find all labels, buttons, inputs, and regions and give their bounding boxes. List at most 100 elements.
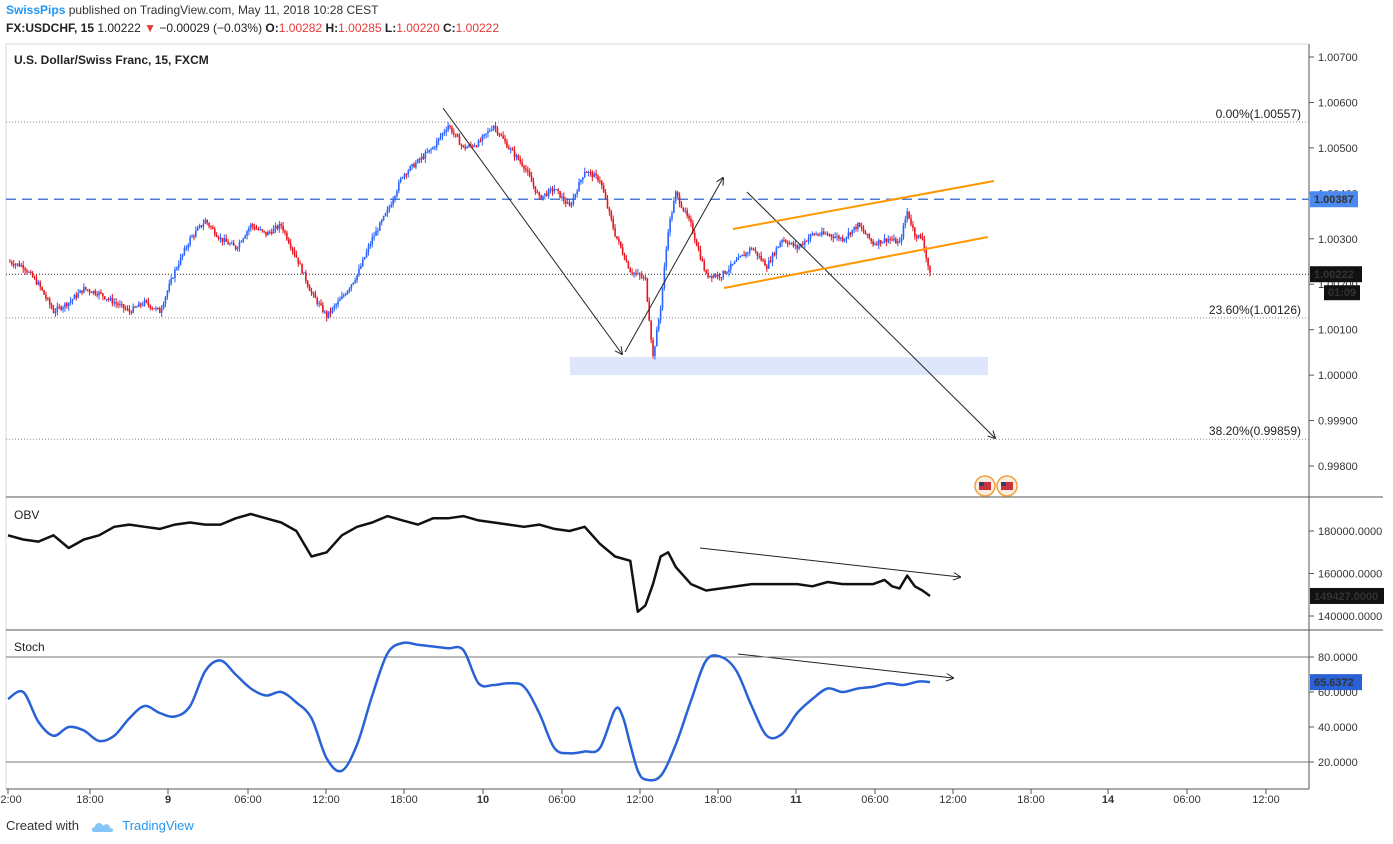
candle: [635, 269, 637, 277]
tradingview-link[interactable]: TradingView: [122, 818, 194, 833]
candle: [534, 186, 537, 195]
candle: [859, 222, 861, 228]
time-tick-label: 18:00: [76, 794, 104, 806]
candle: [612, 215, 614, 231]
candle: [701, 256, 704, 262]
candle: [568, 199, 571, 207]
candle: [84, 286, 87, 291]
fib-level-label: 38.20%(0.99859): [1209, 424, 1301, 438]
candle: [130, 310, 133, 315]
candle: [162, 301, 165, 310]
candle: [418, 157, 421, 164]
candle: [73, 293, 76, 300]
price-tick-label: 0.99800: [1318, 461, 1358, 473]
candle: [195, 226, 197, 239]
candle: [530, 171, 533, 182]
candle: [363, 256, 366, 260]
candle: [141, 301, 144, 307]
candle: [168, 279, 171, 293]
candle: [504, 134, 506, 145]
channel-upper-line: [732, 180, 995, 230]
candle: [743, 250, 745, 257]
price-tick-label: 1.00600: [1318, 97, 1358, 109]
candle: [587, 170, 590, 177]
candle: [593, 171, 596, 178]
candle: [9, 258, 11, 263]
candle: [921, 232, 924, 241]
candle: [413, 162, 415, 168]
candle: [94, 288, 97, 297]
candle: [297, 257, 300, 267]
candle: [151, 306, 153, 311]
candle: [403, 172, 406, 180]
candle: [33, 275, 36, 280]
candle: [555, 189, 558, 191]
candle: [54, 308, 57, 317]
candle: [684, 207, 687, 214]
candle: [802, 240, 804, 247]
candle: [464, 143, 467, 151]
candle: [401, 176, 404, 180]
candle: [688, 213, 690, 222]
candle: [98, 290, 100, 300]
time-axis: 12:00 18:00 9 06:00 12:00 18:00 10 06:00 12:00 18…: [0, 789, 1280, 806]
candle: [382, 215, 385, 222]
candle: [606, 195, 609, 209]
candle: [822, 228, 825, 236]
candle: [88, 288, 91, 296]
candle: [117, 301, 119, 309]
candle: [257, 226, 260, 231]
channel-lower-line: [723, 236, 989, 289]
candle: [126, 305, 129, 312]
candle: [248, 225, 250, 236]
candle: [631, 268, 633, 276]
event-flags[interactable]: [974, 475, 1018, 497]
candle: [318, 300, 320, 308]
candle: [261, 228, 264, 233]
candle: [136, 305, 138, 308]
candle: [674, 190, 677, 204]
candle: [434, 145, 436, 151]
candle: [280, 222, 282, 230]
candle: [377, 227, 379, 236]
candle: [276, 224, 279, 231]
candle: [267, 230, 269, 236]
candle: [847, 228, 850, 240]
candle: [244, 234, 246, 239]
candle: [775, 245, 778, 260]
candle: [545, 190, 548, 197]
candle: [215, 231, 218, 238]
candle: [379, 221, 381, 232]
candle: [166, 290, 169, 300]
candle: [843, 238, 846, 243]
candle: [877, 238, 880, 250]
candle: [502, 131, 504, 139]
chart-canvas[interactable]: 1.007001.006001.005001.004001.003001.002…: [0, 0, 1393, 844]
candle: [335, 302, 338, 310]
candle: [50, 302, 53, 310]
stoch-line: [7, 641, 931, 782]
candle: [181, 253, 184, 261]
svg-text:01:09: 01:09: [1328, 287, 1356, 299]
time-tick-label: 12:00: [312, 794, 340, 806]
candle: [52, 304, 55, 314]
candle: [66, 301, 68, 309]
candle: [599, 176, 601, 185]
candle: [766, 263, 768, 273]
candle: [16, 263, 19, 267]
last-price-tag: 1.00222: [1310, 266, 1362, 283]
candle: [621, 243, 624, 256]
candle: [760, 251, 762, 262]
candle: [388, 204, 391, 213]
candle: [849, 231, 852, 238]
price-tick-label: 1.00100: [1318, 325, 1358, 337]
candle: [289, 238, 292, 251]
time-tick-label: 9: [165, 794, 171, 806]
candle: [917, 234, 920, 240]
candle: [508, 144, 510, 150]
candle: [305, 269, 307, 284]
candle: [652, 337, 654, 359]
obv-tick-label: 140000.0000: [1318, 611, 1382, 623]
candle: [14, 262, 17, 270]
time-tick-label: 06:00: [861, 794, 889, 806]
